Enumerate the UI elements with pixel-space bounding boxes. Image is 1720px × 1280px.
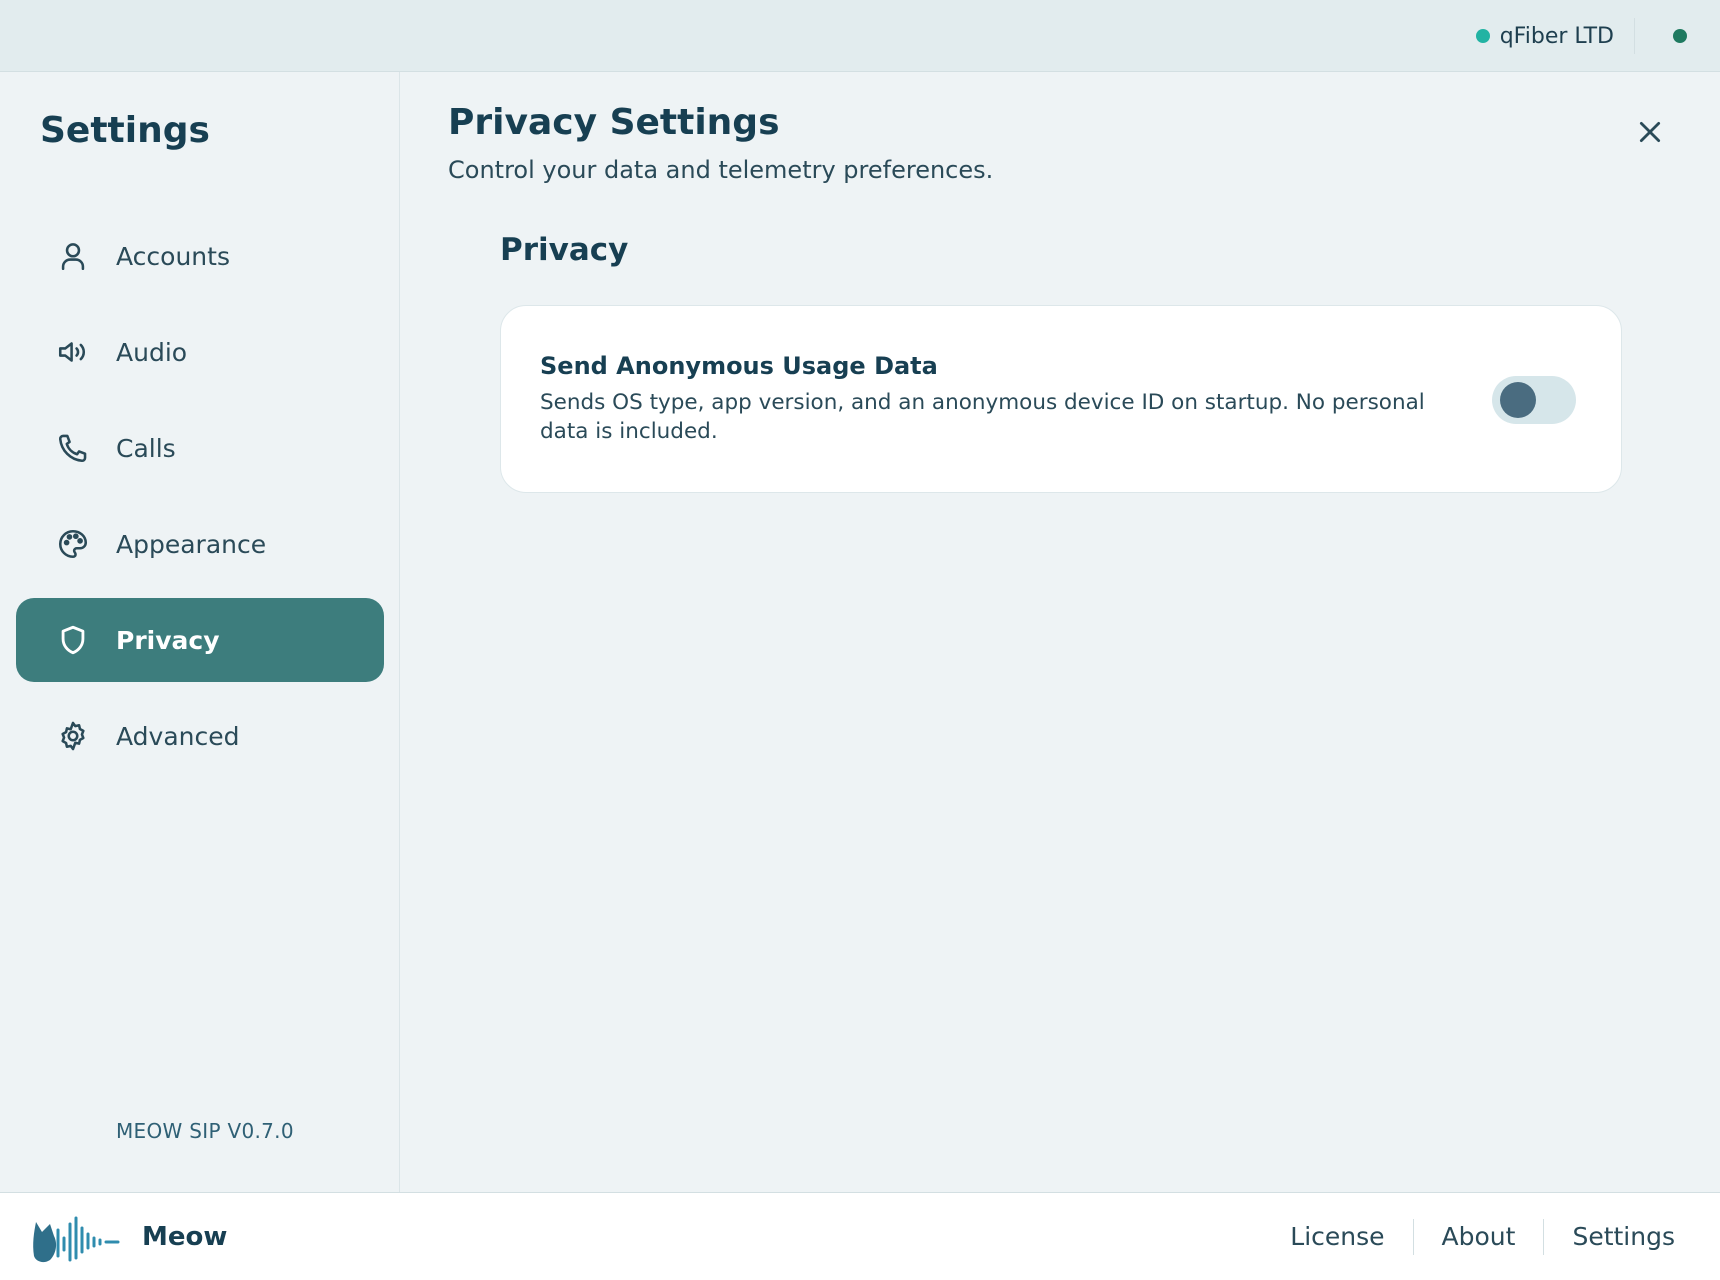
app-version: MEOW SIP V0.7.0 [116, 1119, 294, 1143]
app-window: qFiber LTD Settings Accounts Audio Calls… [0, 0, 1720, 1280]
setting-label: Send Anonymous Usage Data [540, 352, 938, 380]
sidebar-nav: Accounts Audio Calls Appearance Privacy … [16, 214, 384, 790]
account-indicator[interactable]: qFiber LTD [1475, 18, 1635, 54]
sidebar-item-audio[interactable]: Audio [16, 310, 384, 394]
brand-name: Meow [142, 1222, 228, 1252]
setting-description: Sends OS type, app version, and an anony… [540, 390, 1425, 444]
shield-icon [56, 623, 90, 657]
gear-icon [56, 719, 90, 753]
sidebar-item-label: Audio [116, 337, 188, 367]
sidebar-item-privacy[interactable]: Privacy [16, 598, 384, 682]
sidebar-title: Settings [40, 110, 210, 151]
meow-logo-icon [33, 1216, 120, 1263]
sidebar-item-calls[interactable]: Calls [16, 406, 384, 490]
main-panel: Privacy Settings Control your data and t… [400, 72, 1720, 1192]
brand[interactable]: Meow [30, 1207, 227, 1267]
account-name: qFiber LTD [1499, 23, 1614, 49]
sidebar: Settings Accounts Audio Calls Appearance… [0, 72, 400, 1192]
user-icon [56, 239, 90, 273]
top-bar: qFiber LTD [0, 0, 1720, 72]
footer-links: License About Settings [1262, 1213, 1675, 1261]
setting-card: Send Anonymous Usage Data Sends OS type,… [500, 305, 1622, 493]
sidebar-item-appearance[interactable]: Appearance [16, 502, 384, 586]
speaker-icon [56, 335, 90, 369]
sidebar-item-advanced[interactable]: Advanced [16, 694, 384, 778]
sidebar-item-label: Appearance [116, 529, 267, 559]
usage-data-toggle[interactable] [1492, 376, 1576, 424]
footer-link-about[interactable]: About [1412, 1219, 1544, 1255]
sidebar-item-accounts[interactable]: Accounts [16, 214, 384, 298]
section-title: Privacy [500, 232, 629, 268]
sidebar-item-label: Calls [116, 433, 176, 463]
status-dot-icon [1475, 29, 1490, 43]
phone-icon [56, 431, 90, 465]
connection-dot-icon [1673, 29, 1687, 43]
footer-link-settings[interactable]: Settings [1543, 1219, 1675, 1255]
page-subtitle: Control your data and telemetry preferen… [448, 156, 994, 184]
page-title: Privacy Settings [448, 102, 780, 143]
toggle-knob [1500, 382, 1536, 418]
footer-link-license[interactable]: License [1262, 1219, 1412, 1255]
sidebar-item-label: Advanced [116, 721, 240, 751]
close-icon [1639, 121, 1661, 143]
sidebar-item-label: Accounts [116, 241, 230, 271]
bottom-bar: Meow License About Settings [0, 1192, 1720, 1280]
close-button[interactable] [1632, 114, 1668, 150]
sidebar-item-label: Privacy [116, 625, 220, 655]
palette-icon [56, 527, 90, 561]
